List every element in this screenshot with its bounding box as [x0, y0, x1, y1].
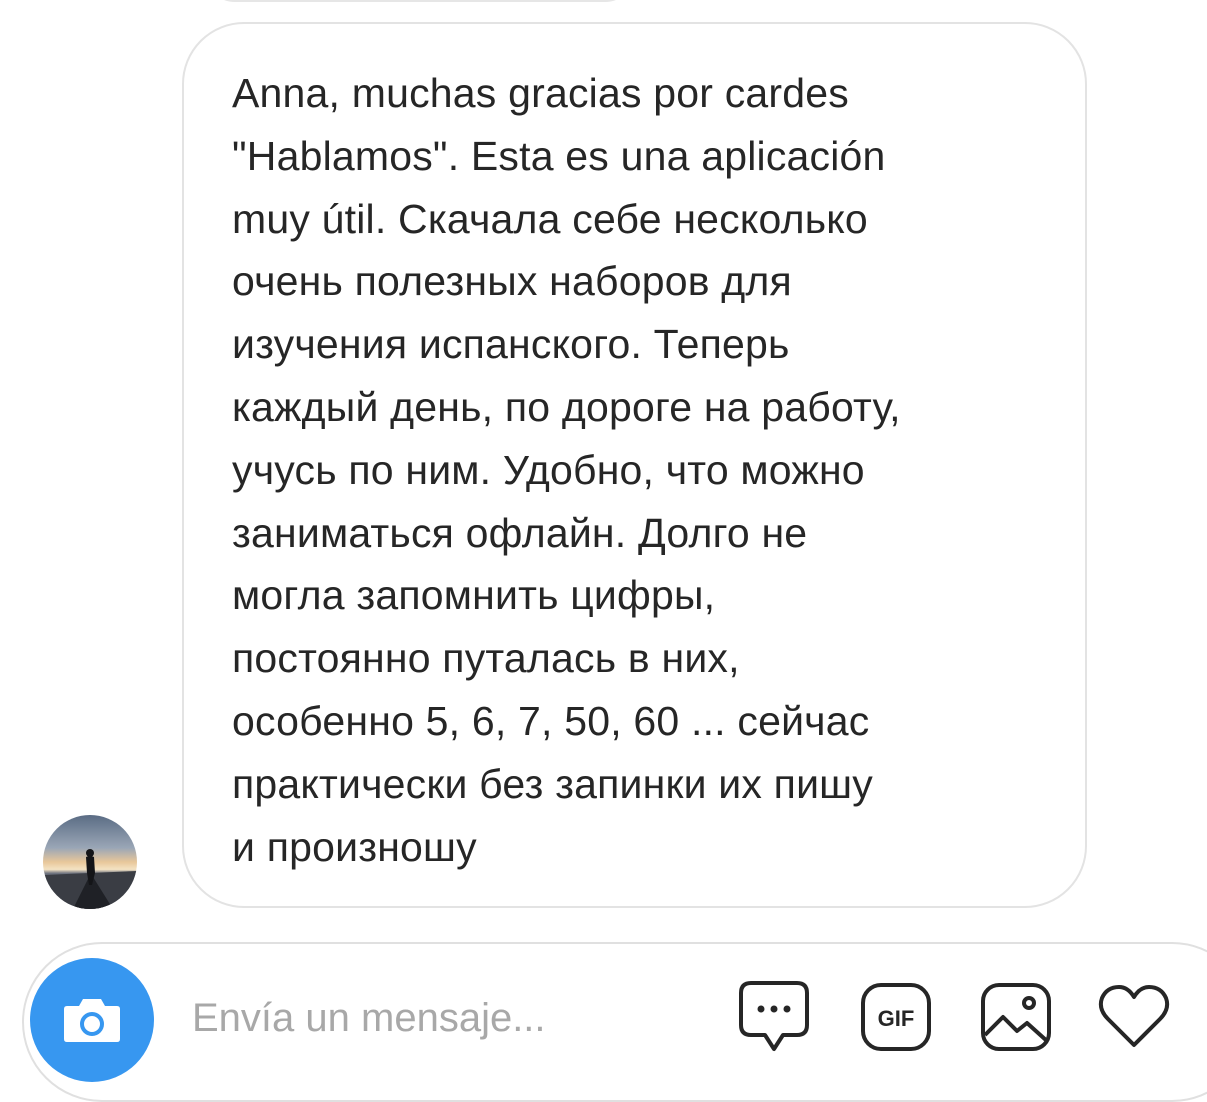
more-icon [739, 981, 809, 1051]
message-input[interactable] [192, 990, 692, 1046]
photo-icon [981, 983, 1051, 1051]
camera-button[interactable] [30, 958, 154, 1082]
gif-label: GIF [878, 1006, 915, 1031]
photo-button[interactable] [978, 978, 1054, 1056]
gif-icon: GIF [861, 983, 931, 1051]
message-text: Anna, muchas gracias por cardes "Hablamo… [232, 70, 901, 870]
more-options-button[interactable] [736, 978, 812, 1056]
incoming-message-row: Anna, muchas gracias por cardes "Hablamo… [0, 0, 1207, 930]
gif-button[interactable]: GIF [858, 978, 934, 1056]
heart-icon [1098, 985, 1170, 1047]
avatar-photo [43, 815, 137, 909]
camera-icon [64, 999, 120, 1042]
like-button[interactable] [1096, 978, 1172, 1056]
message-bubble[interactable]: Anna, muchas gracias por cardes "Hablamo… [182, 22, 1087, 908]
avatar[interactable] [43, 815, 137, 909]
